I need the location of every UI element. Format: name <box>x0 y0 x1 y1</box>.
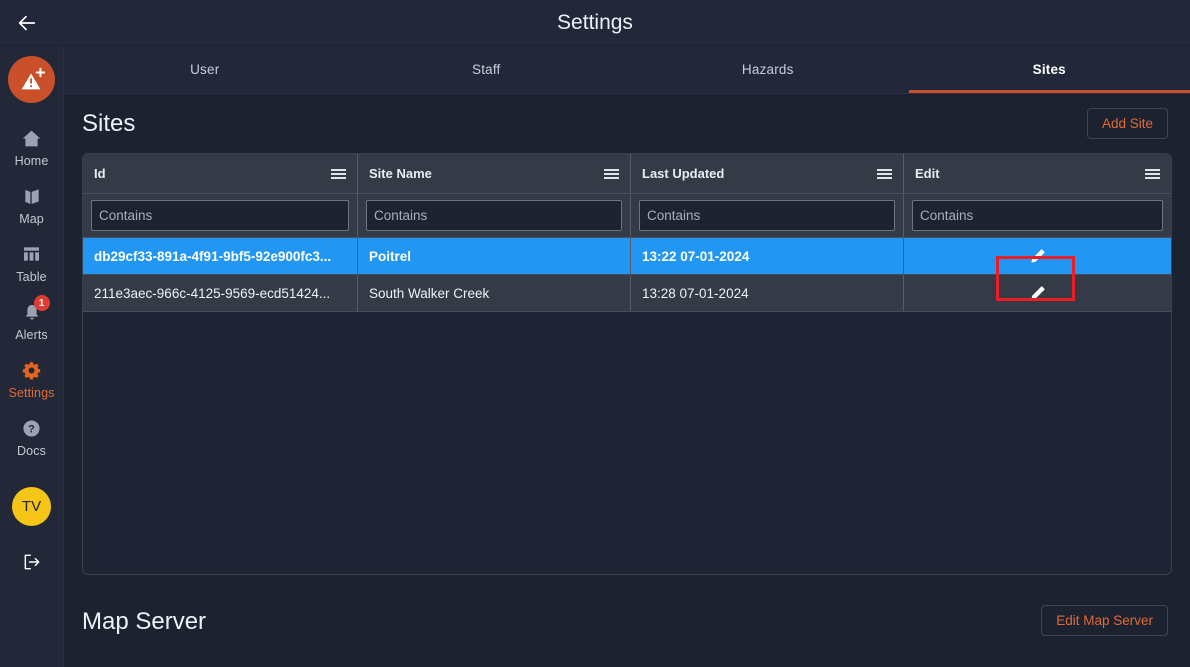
hamburger-menu-icon[interactable] <box>1145 168 1160 179</box>
table-icon <box>21 242 42 266</box>
arrow-left-icon <box>18 15 36 30</box>
sidebar-item-settings[interactable]: Settings <box>0 349 64 407</box>
tab-hazards[interactable]: Hazards <box>627 46 909 93</box>
cell-site-name: South Walker Creek <box>358 275 631 311</box>
map-server-section: Map Server Edit Map Server <box>82 605 1172 636</box>
cell-id: 211e3aec-966c-4125-9569-ecd51424... <box>83 275 358 311</box>
sidebar-item-docs[interactable]: ? Docs <box>0 407 64 465</box>
edit-pencil-button[interactable] <box>1025 280 1051 306</box>
hamburger-menu-icon[interactable] <box>604 168 619 179</box>
pencil-icon <box>1031 285 1045 300</box>
page-title: Settings <box>557 10 633 34</box>
back-button[interactable] <box>4 0 50 46</box>
edit-map-server-button[interactable]: Edit Map Server <box>1041 605 1168 636</box>
bell-icon: 1 <box>22 295 50 324</box>
cell-edit <box>904 275 1171 311</box>
sidebar-item-table[interactable]: Table <box>0 233 64 291</box>
filter-input-edit[interactable] <box>912 200 1163 231</box>
sidebar-label-settings: Settings <box>8 386 55 400</box>
column-header-site-name[interactable]: Site Name <box>358 154 631 193</box>
edit-pencil-button[interactable] <box>1025 243 1051 269</box>
map-icon <box>22 184 42 208</box>
body-wrapper: Home Map Table 1 Alerts Settings ? Docs … <box>0 46 1190 667</box>
table-body: db29cf33-891a-4f91-9bf5-92e900fc3... Poi… <box>83 238 1171 574</box>
filter-input-site-name[interactable] <box>366 200 622 231</box>
top-bar: Settings <box>0 0 1190 46</box>
logout-button[interactable] <box>16 548 48 576</box>
hamburger-menu-icon[interactable] <box>877 168 892 179</box>
table-filter-row <box>83 194 1171 238</box>
sidebar-item-home[interactable]: Home <box>0 117 64 175</box>
tab-user[interactable]: User <box>64 46 346 93</box>
avatar[interactable]: TV <box>12 487 51 526</box>
sidebar: Home Map Table 1 Alerts Settings ? Docs … <box>0 46 64 667</box>
sites-title: Sites <box>82 109 136 137</box>
svg-text:?: ? <box>28 423 35 435</box>
main-content: User Staff Hazards Sites Sites Add Site … <box>64 46 1190 667</box>
cell-last-updated: 13:22 07-01-2024 <box>631 238 904 274</box>
pencil-icon <box>1031 248 1045 263</box>
filter-cell-edit <box>904 194 1171 237</box>
sites-table: Id Site Name Last Updated Edit Contains … <box>82 153 1172 575</box>
cell-id: db29cf33-891a-4f91-9bf5-92e900fc3... <box>83 238 358 274</box>
app-logo[interactable] <box>8 56 55 103</box>
sites-section-header: Sites Add Site <box>82 108 1172 139</box>
column-header-id-label: Id <box>94 166 106 181</box>
sidebar-label-home: Home <box>14 154 49 168</box>
logout-icon <box>24 554 39 570</box>
hamburger-menu-icon[interactable] <box>331 168 346 179</box>
sidebar-label-map: Map <box>19 212 44 226</box>
map-server-title: Map Server <box>82 608 207 635</box>
settings-app: Settings Home Map Table 1 Alerts Setting… <box>0 0 1190 667</box>
column-header-edit-label: Edit <box>915 166 940 181</box>
sidebar-label-alerts: Alerts <box>15 328 48 342</box>
sites-panel: Sites Add Site Id Site Name Last Updated… <box>64 94 1190 667</box>
filter-input-id[interactable] <box>91 200 349 231</box>
table-header-row: Id Site Name Last Updated Edit <box>83 154 1171 194</box>
table-row[interactable]: db29cf33-891a-4f91-9bf5-92e900fc3... Poi… <box>83 238 1171 275</box>
filter-cell-site-name <box>358 194 631 237</box>
settings-tabs: User Staff Hazards Sites <box>64 46 1190 94</box>
filter-input-last-updated[interactable] <box>639 200 895 231</box>
column-header-last-updated-label: Last Updated <box>642 166 725 181</box>
sidebar-item-alerts[interactable]: 1 Alerts <box>0 291 64 349</box>
sidebar-label-table: Table <box>16 270 47 284</box>
table-row[interactable]: 211e3aec-966c-4125-9569-ecd51424... Sout… <box>83 275 1171 312</box>
column-header-site-name-label: Site Name <box>369 166 432 181</box>
column-header-edit[interactable]: Edit <box>904 154 1171 193</box>
column-header-last-updated[interactable]: Last Updated <box>631 154 904 193</box>
gear-icon <box>21 358 42 382</box>
cell-site-name: Poitrel <box>358 238 631 274</box>
column-header-id[interactable]: Id <box>83 154 358 193</box>
cell-edit <box>904 238 1171 274</box>
filter-cell-id <box>83 194 358 237</box>
tab-staff[interactable]: Staff <box>346 46 628 93</box>
home-icon <box>21 126 42 150</box>
filter-cell-last-updated <box>631 194 904 237</box>
help-circle-icon: ? <box>21 416 42 440</box>
sidebar-label-docs: Docs <box>17 444 46 458</box>
warning-triangle-plus-icon <box>21 67 45 89</box>
tab-sites[interactable]: Sites <box>908 46 1190 93</box>
cell-last-updated: 13:28 07-01-2024 <box>631 275 904 311</box>
add-site-button[interactable]: Add Site <box>1086 108 1168 139</box>
alerts-badge: 1 <box>33 295 50 311</box>
sidebar-item-map[interactable]: Map <box>0 175 64 233</box>
